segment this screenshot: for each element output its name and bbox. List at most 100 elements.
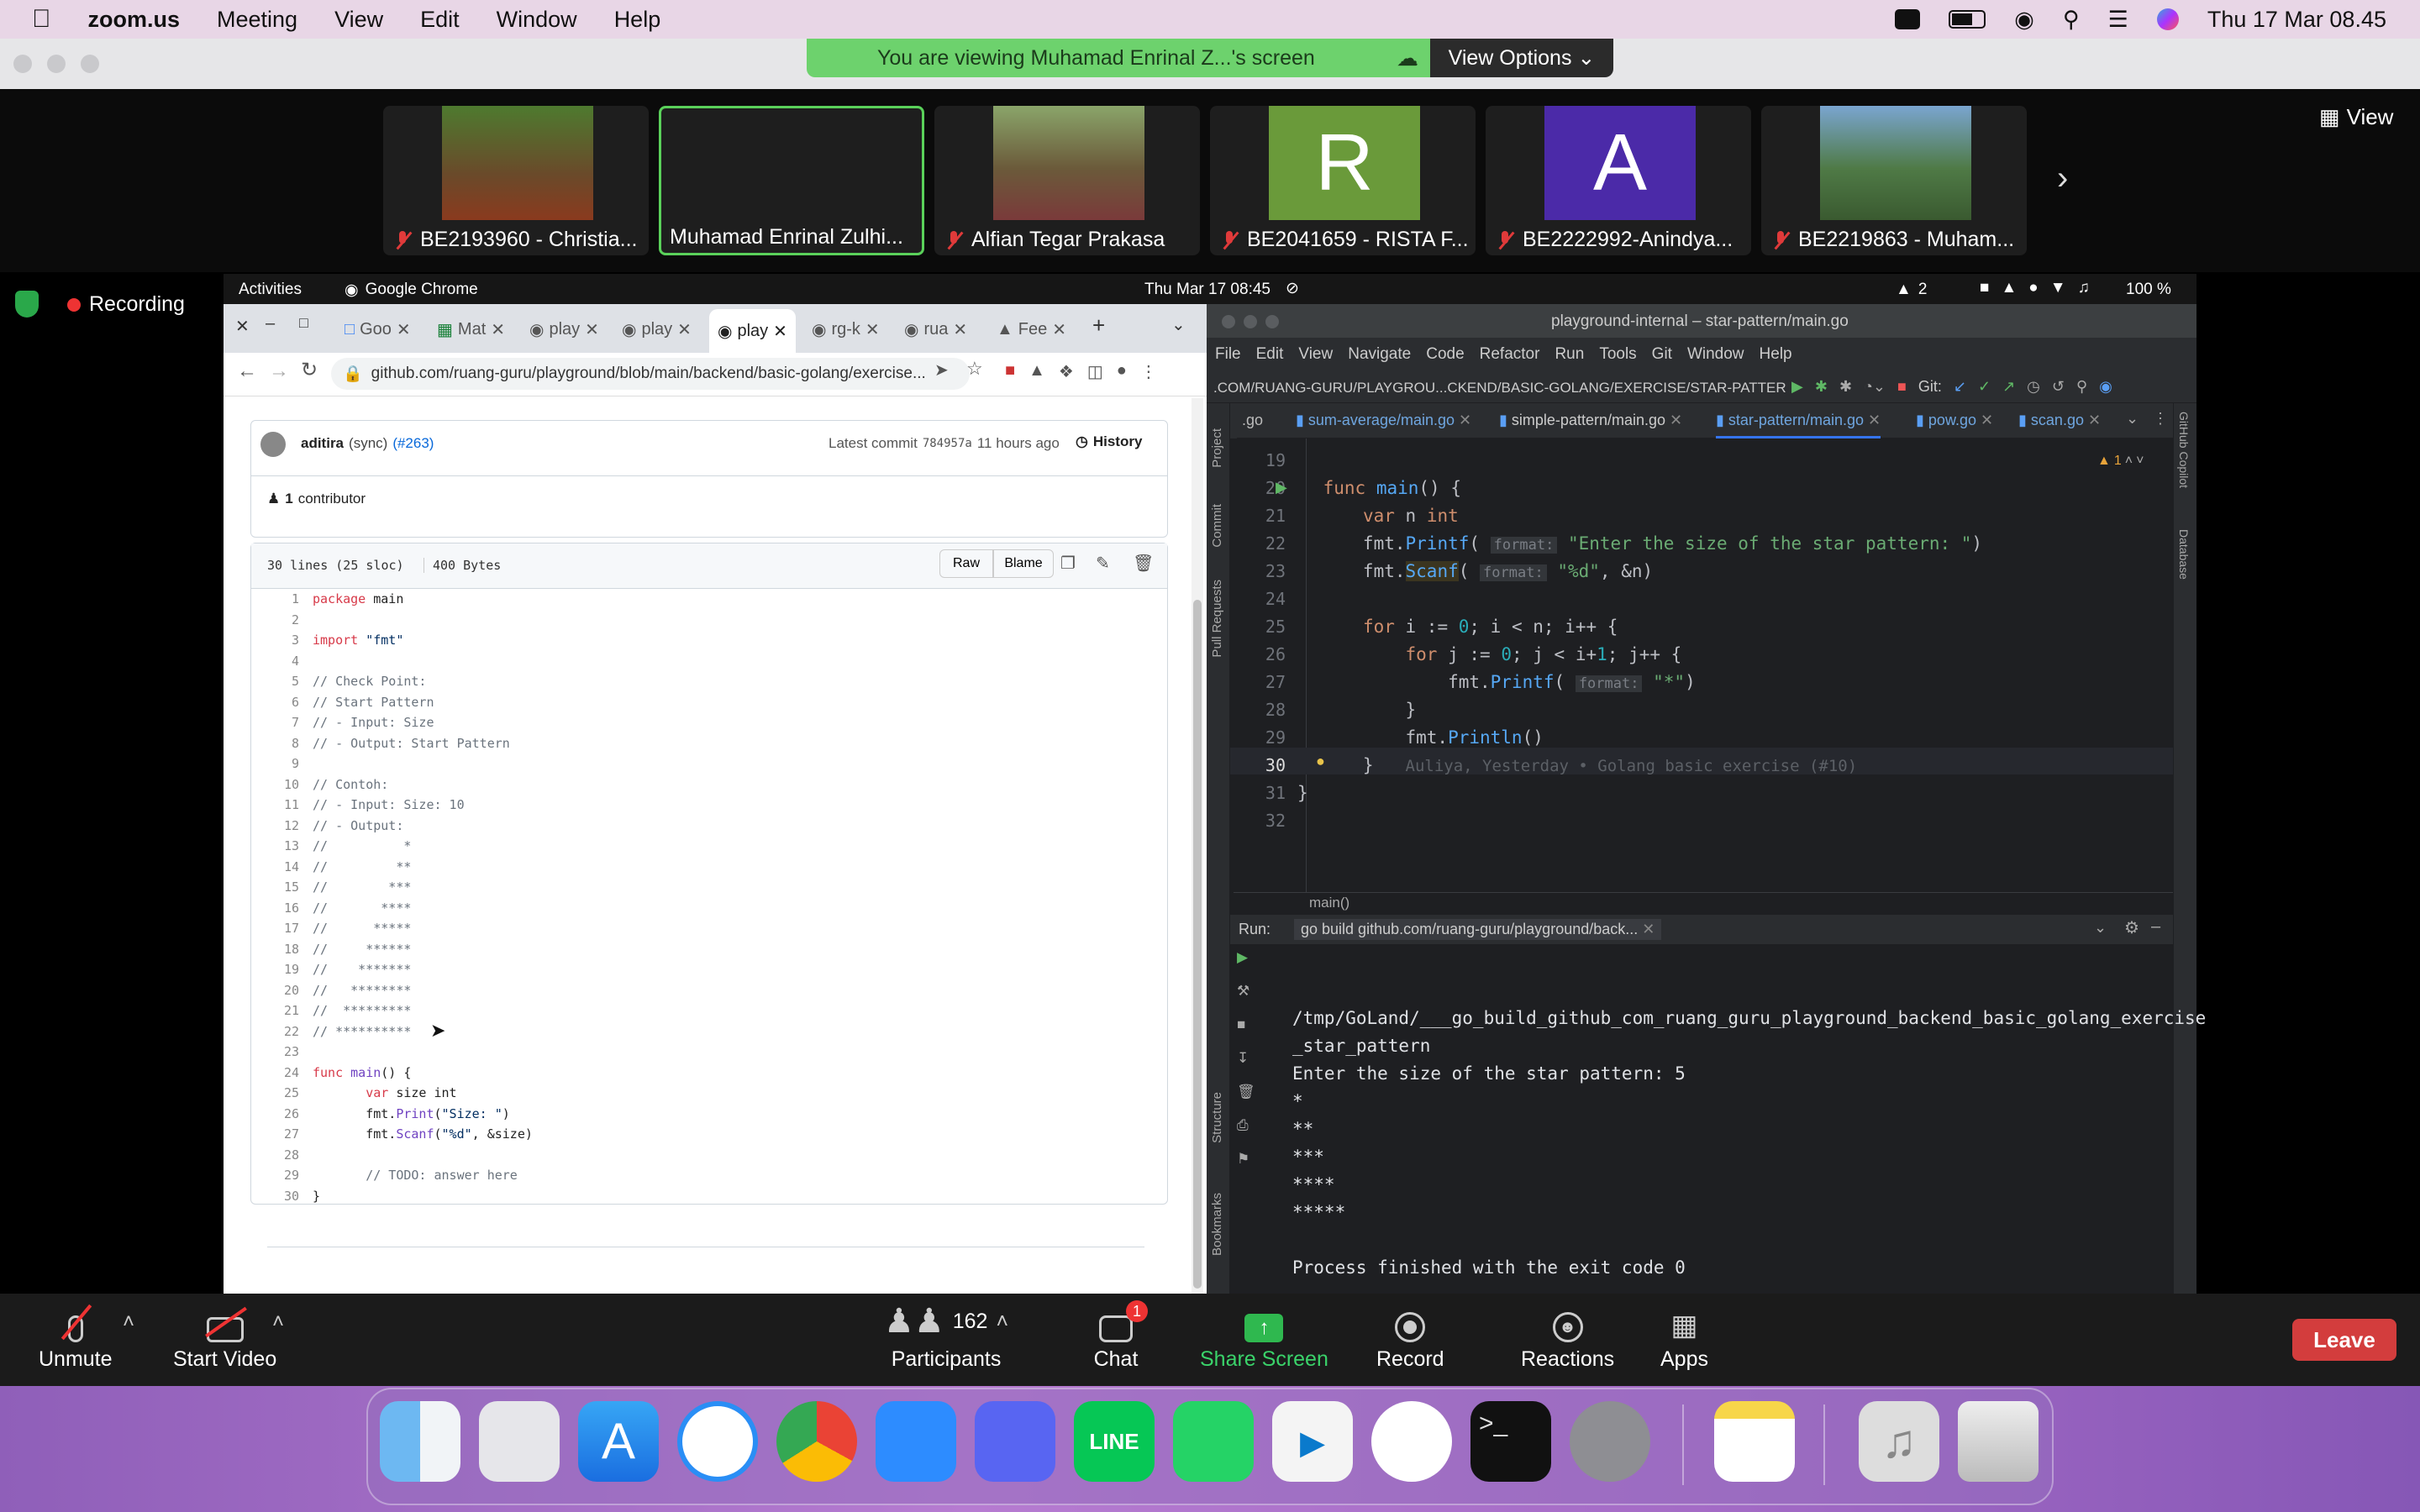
tab-close-icon[interactable]: ✕ — [1459, 412, 1471, 428]
menu-view[interactable]: View — [334, 7, 383, 33]
focused-app[interactable]: ◉ Google Chrome — [345, 281, 478, 300]
avatar[interactable] — [260, 432, 286, 457]
menu-edit[interactable]: Edit — [420, 7, 460, 33]
git-update-icon[interactable]: ↙ — [1954, 378, 1966, 396]
delete-icon[interactable]: 🗑 — [1133, 553, 1154, 574]
blame-button[interactable]: Blame — [993, 549, 1054, 578]
scrollbar[interactable] — [1192, 398, 1203, 1294]
line-icon[interactable]: LINE — [1074, 1401, 1155, 1482]
trash-icon[interactable] — [1958, 1401, 2039, 1482]
music-document-icon[interactable]: ♫ — [1859, 1401, 1939, 1482]
browser-tab-active[interactable]: ◉ play ✕ — [709, 309, 796, 353]
maximize-icon[interactable]: □ — [299, 314, 308, 332]
record-button[interactable]: Record — [1376, 1300, 1444, 1372]
chrome-icon[interactable] — [776, 1401, 857, 1482]
menu-window[interactable]: Window — [1687, 345, 1744, 364]
discord-icon[interactable] — [975, 1401, 1055, 1482]
more-tabs-icon[interactable]: ⋮ — [2153, 410, 2168, 428]
whatsapp-icon[interactable] — [1173, 1401, 1254, 1482]
copy-icon[interactable]: ❐ — [1060, 553, 1076, 574]
menu-git[interactable]: Git — [1652, 345, 1672, 364]
run-gutter-icon[interactable]: ▶ — [1276, 479, 1287, 496]
menubar-clock[interactable]: Thu 17 Mar 08.45 — [2207, 7, 2386, 33]
menu-navigate[interactable]: Navigate — [1348, 345, 1411, 364]
inline-blame-annotation[interactable]: Auliya, Yesterday • Golang basic exercis… — [1406, 757, 1858, 775]
pull-requests-tool-button[interactable]: Pull Requests — [1210, 580, 1224, 658]
fullscreen-window-button[interactable] — [81, 55, 99, 73]
menu-meeting[interactable]: Meeting — [217, 7, 297, 33]
ubuntu-clock[interactable]: Thu Mar 17 08:45 — [1144, 281, 1270, 299]
caret-up-icon[interactable]: ˄ — [996, 1310, 1008, 1334]
tabs-dropdown-icon[interactable]: ⌄ — [2126, 410, 2139, 428]
participant-tile[interactable]: Alfian Tegar Prakasa — [934, 106, 1200, 255]
editor-tab-active[interactable]: ▮ star-pattern/main.go ✕ — [1716, 407, 1881, 438]
video-options-caret-icon[interactable]: ˄ — [272, 1310, 284, 1334]
system-tray-icons[interactable]: ■▲●▼♫ — [1980, 279, 2102, 297]
tab-close-icon[interactable]: ✕ — [397, 319, 411, 340]
participant-tile[interactable]: BE2219863 - Muham... — [1761, 106, 2027, 255]
control-center-icon[interactable]: ☰ — [2108, 7, 2128, 33]
structure-tool-button[interactable]: Structure — [1210, 1092, 1224, 1143]
wifi-icon[interactable]: ◉ — [2014, 7, 2034, 33]
menu-help[interactable]: Help — [1760, 345, 1792, 364]
editor-tab[interactable]: ▮ simple-pattern/main.go ✕ — [1499, 412, 1682, 429]
menu-run[interactable]: Run — [1555, 345, 1584, 364]
battery-icon[interactable] — [1949, 10, 1986, 29]
minimize-window-button[interactable] — [1244, 315, 1257, 328]
recording-indicator[interactable]: Recording — [67, 292, 185, 317]
commit-tool-button[interactable]: Commit — [1210, 504, 1224, 548]
editor-tab[interactable]: ▮ sum-average/main.go ✕ — [1296, 412, 1471, 429]
system-preferences-icon[interactable] — [1570, 1401, 1650, 1482]
browser-tab[interactable]: ◉ play ✕ — [529, 314, 599, 344]
editor-tab[interactable]: .go — [1242, 412, 1263, 429]
close-window-button[interactable] — [13, 55, 32, 73]
browser-tab[interactable]: ▦ Mat ✕ — [437, 314, 505, 344]
vscode-icon[interactable]: ▸ — [1272, 1401, 1353, 1482]
participant-tile[interactable]: BE2193960 - Christia... — [383, 106, 649, 255]
menu-file[interactable]: File — [1215, 345, 1241, 364]
audio-options-caret-icon[interactable]: ˄ — [123, 1310, 134, 1334]
tab-close-icon[interactable]: ✕ — [1868, 412, 1881, 428]
siri-icon[interactable] — [2156, 8, 2179, 30]
menu-window[interactable]: Window — [497, 7, 577, 33]
git-history-icon[interactable]: ◷ — [2027, 378, 2040, 396]
safari-icon[interactable] — [677, 1401, 758, 1482]
trash-icon[interactable]: 🗑 — [1237, 1084, 1255, 1100]
commit-sha[interactable]: 784957a — [923, 435, 972, 452]
reactions-button[interactable]: ☻ Reactions — [1521, 1300, 1614, 1372]
raw-button[interactable]: Raw — [939, 549, 993, 578]
new-tab-icon[interactable]: + — [1092, 312, 1105, 339]
run-console[interactable] — [1230, 944, 2173, 1294]
bookmarks-tool-button[interactable]: Bookmarks — [1210, 1193, 1224, 1256]
launchpad-icon[interactable] — [479, 1401, 560, 1482]
breadcrumb-item[interactable]: main() — [1309, 895, 1349, 911]
commit-pr-link[interactable]: (#263) — [392, 435, 434, 452]
editor-tab[interactable]: ▮ pow.go ✕ — [1916, 412, 1993, 429]
stop-icon[interactable]: ■ — [1237, 1016, 1255, 1033]
gallery-next-icon[interactable]: › — [2057, 160, 2068, 197]
browser-tab[interactable]: ◉ rua ✕ — [904, 314, 967, 344]
menu-view[interactable]: View — [1298, 345, 1333, 364]
browser-tab[interactable]: □ Goo ✕ — [345, 314, 411, 344]
browser-tab[interactable]: ◉ rg-k ✕ — [812, 314, 880, 344]
terminal-icon[interactable]: >_ — [1470, 1401, 1551, 1482]
maximize-window-button[interactable] — [1265, 315, 1279, 328]
stop-icon[interactable]: ■ — [1897, 378, 1907, 396]
search-icon[interactable]: ⚲ — [2063, 7, 2080, 33]
tab-close-icon[interactable]: ✕ — [773, 321, 787, 342]
close-icon[interactable]: ✕ — [235, 316, 250, 337]
xcode-instruments-icon[interactable] — [1371, 1401, 1452, 1482]
file-path-breadcrumb[interactable]: .COM/RUANG-GURU/PLAYGROU...CKEND/BASIC-G… — [1213, 380, 1786, 396]
menu-refactor[interactable]: Refactor — [1480, 345, 1540, 364]
minimize-icon[interactable]: – — [266, 314, 275, 333]
commit-author[interactable]: aditira — [301, 435, 344, 452]
git-push-icon[interactable]: ↗ — [2002, 378, 2015, 396]
tab-close-icon[interactable]: ✕ — [953, 319, 967, 340]
search-icon[interactable]: ⚲ — [2076, 378, 2087, 396]
bookmark-star-icon[interactable]: ☆ — [966, 358, 983, 380]
back-icon[interactable]: ← — [237, 360, 257, 383]
tab-search-icon[interactable]: ⌄ — [1171, 314, 1186, 335]
leave-button[interactable]: Leave — [2292, 1319, 2396, 1361]
print-icon[interactable]: ⎙ — [1237, 1117, 1255, 1134]
activities-button[interactable]: Activities — [239, 281, 302, 299]
